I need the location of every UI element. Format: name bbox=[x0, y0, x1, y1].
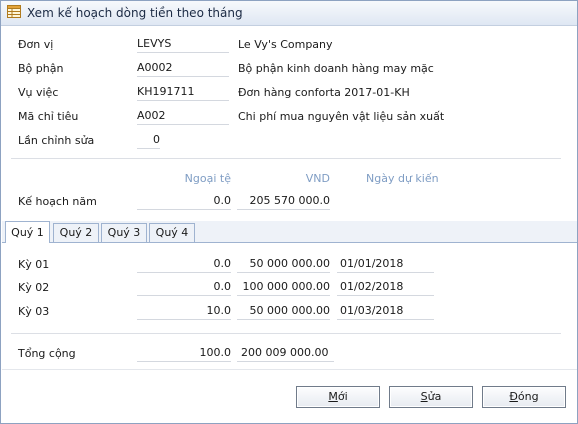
close-button[interactable]: Đóng bbox=[482, 386, 566, 408]
tab-quarter-1[interactable]: Quý 1 bbox=[5, 221, 50, 243]
annual-vnd-field[interactable]: 205 570 000.0 bbox=[237, 194, 330, 210]
revision-label: Lần chỉnh sửa bbox=[18, 134, 95, 147]
target-name: Chi phí mua nguyên vật liệu sản xuất bbox=[238, 110, 445, 123]
annual-plan-label: Kế hoạch năm bbox=[18, 195, 97, 208]
period-date-field[interactable]: 01/03/2018 bbox=[337, 304, 434, 320]
period-foreign-field[interactable]: 0.0 bbox=[137, 280, 231, 296]
period-label: Kỳ 01 bbox=[18, 258, 50, 271]
total-label: Tổng cộng bbox=[18, 347, 76, 360]
job-name: Đơn hàng conforta 2017-01-KH bbox=[238, 86, 410, 99]
tab-underline bbox=[2, 242, 577, 243]
unit-code-field[interactable]: LEVYS bbox=[137, 37, 229, 53]
table-icon bbox=[7, 5, 21, 18]
job-code-field[interactable]: KH191711 bbox=[137, 85, 229, 101]
job-label: Vụ việc bbox=[18, 86, 59, 99]
period-date-field[interactable]: 01/01/2018 bbox=[337, 257, 434, 273]
period-foreign-field[interactable]: 0.0 bbox=[137, 257, 231, 273]
revision-field[interactable]: 0 bbox=[137, 133, 160, 149]
col-foreign-header: Ngoại tệ bbox=[184, 172, 231, 185]
new-button[interactable]: Mới bbox=[296, 386, 380, 408]
title-bar: Xem kế hoạch dòng tiền theo tháng bbox=[1, 1, 577, 26]
period-vnd-field[interactable]: 50 000 000.00 bbox=[237, 304, 330, 320]
tab-quarter-2[interactable]: Quý 2 bbox=[53, 223, 99, 242]
footer-divider bbox=[2, 369, 577, 370]
unit-name: Le Vy's Company bbox=[238, 38, 333, 51]
total-vnd-field[interactable]: 200 009 000.00 bbox=[237, 346, 334, 362]
period-label: Kỳ 02 bbox=[18, 281, 50, 294]
unit-label: Đơn vị bbox=[18, 38, 54, 51]
divider bbox=[11, 158, 561, 159]
dept-label: Bộ phận bbox=[18, 62, 64, 75]
dept-name: Bộ phận kinh doanh hàng may mặc bbox=[238, 62, 434, 75]
window-title: Xem kế hoạch dòng tiền theo tháng bbox=[27, 6, 243, 20]
target-code-field[interactable]: A002 bbox=[137, 109, 229, 125]
period-foreign-field[interactable]: 10.0 bbox=[137, 304, 231, 320]
divider bbox=[11, 333, 561, 334]
total-foreign-field[interactable]: 100.0 bbox=[137, 346, 231, 362]
tab-quarter-3[interactable]: Quý 3 bbox=[101, 223, 147, 242]
tab-quarter-4[interactable]: Quý 4 bbox=[149, 223, 195, 242]
dept-code-field[interactable]: A0002 bbox=[137, 61, 229, 77]
target-label: Mã chỉ tiêu bbox=[18, 110, 79, 123]
period-date-field[interactable]: 01/02/2018 bbox=[337, 280, 434, 296]
col-vnd-header: VND bbox=[305, 172, 330, 185]
period-label: Kỳ 03 bbox=[18, 305, 50, 318]
col-date-header: Ngày dự kiến bbox=[366, 172, 439, 185]
dialog-window: Xem kế hoạch dòng tiền theo tháng Đơn vị… bbox=[0, 0, 578, 424]
period-vnd-field[interactable]: 50 000 000.00 bbox=[237, 257, 330, 273]
annual-foreign-field[interactable]: 0.0 bbox=[137, 194, 231, 210]
edit-button[interactable]: Sửa bbox=[389, 386, 473, 408]
period-vnd-field[interactable]: 100 000 000.00 bbox=[237, 280, 330, 296]
